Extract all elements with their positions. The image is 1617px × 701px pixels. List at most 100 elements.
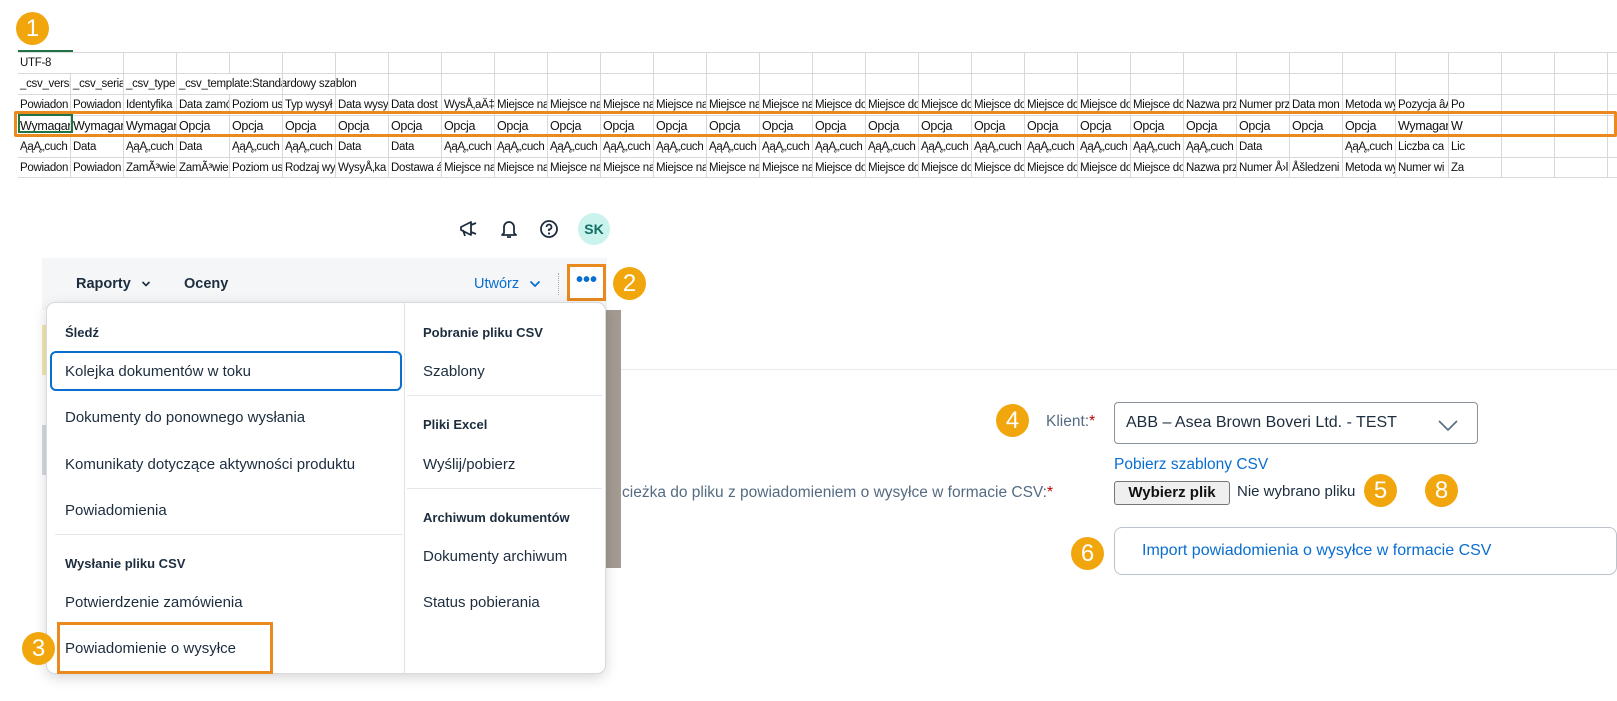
sheet-cell[interactable] xyxy=(1555,158,1608,178)
sheet-cell[interactable] xyxy=(389,53,442,73)
help-icon[interactable] xyxy=(538,218,560,240)
sheet-cell[interactable]: Åšledzeni xyxy=(1290,158,1343,178)
sheet-cell[interactable]: _csv_template:Standardowy szablon xyxy=(177,74,357,94)
download-templates-link[interactable]: Pobierz szablony CSV xyxy=(1114,456,1268,474)
menu-item-download-status[interactable]: Status pobierania xyxy=(423,594,540,611)
sheet-cell[interactable] xyxy=(654,53,707,73)
sheet-cell[interactable] xyxy=(177,53,230,73)
sheet-cell[interactable] xyxy=(707,53,760,73)
sheet-cell[interactable] xyxy=(1343,53,1396,73)
sheet-cell[interactable]: ĄąĄ„cuch xyxy=(283,137,336,157)
sheet-cell[interactable]: Metoda wy xyxy=(1343,158,1396,178)
sheet-cell[interactable] xyxy=(283,74,336,94)
sheet-cell[interactable]: ĄąĄ„cuch xyxy=(495,137,548,157)
sheet-cell[interactable]: ĄąĄ„cuch xyxy=(813,137,866,157)
nav-ratings[interactable]: Oceny xyxy=(184,276,228,292)
sheet-cell[interactable] xyxy=(124,53,177,73)
sheet-cell[interactable] xyxy=(601,74,654,94)
sheet-cell[interactable] xyxy=(972,74,1025,94)
sheet-cell[interactable] xyxy=(1608,158,1617,178)
sheet-cell[interactable]: Miejsce na xyxy=(601,158,654,178)
sheet-cell[interactable] xyxy=(1131,74,1184,94)
sheet-cell[interactable] xyxy=(548,74,601,94)
sheet-cell[interactable] xyxy=(1290,74,1343,94)
nav-reports[interactable]: Raporty xyxy=(76,276,151,292)
sheet-cell[interactable] xyxy=(1608,74,1617,94)
sheet-cell[interactable]: ĄąĄ„cuch xyxy=(707,137,760,157)
sheet-cell[interactable] xyxy=(1237,53,1290,73)
menu-item-upload-download[interactable]: Wyślij/pobierz xyxy=(423,456,515,473)
sheet-cell[interactable]: Data xyxy=(1237,137,1290,157)
sheet-cell[interactable] xyxy=(919,53,972,73)
sheet-cell[interactable]: ĄąĄ„cuch xyxy=(919,137,972,157)
sheet-cell[interactable]: Miejsce na xyxy=(654,158,707,178)
sheet-cell[interactable]: Miejsce do xyxy=(1025,158,1078,178)
menu-item-pending-queue[interactable]: Kolejka dokumentów w toku xyxy=(65,363,251,380)
sheet-cell[interactable]: ĄąĄ„cuch xyxy=(230,137,283,157)
sheet-cell[interactable] xyxy=(760,53,813,73)
sheet-cell[interactable] xyxy=(1502,158,1555,178)
sheet-cell[interactable]: UTF-8 xyxy=(18,53,71,73)
client-select[interactable]: ABB – Asea Brown Boveri Ltd. - TEST xyxy=(1114,402,1478,444)
sheet-cell[interactable]: Rodzaj wy xyxy=(283,158,336,178)
sheet-cell[interactable] xyxy=(1555,74,1608,94)
sheet-cell[interactable]: ĄąĄ„cuch xyxy=(972,137,1025,157)
more-actions-button[interactable]: ••• xyxy=(567,264,606,301)
sheet-cell[interactable] xyxy=(601,53,654,73)
sheet-cell[interactable] xyxy=(1502,53,1555,73)
sheet-cell[interactable] xyxy=(442,53,495,73)
sheet-cell[interactable]: ĄąĄ„cuch xyxy=(442,137,495,157)
sheet-cell[interactable] xyxy=(1078,53,1131,73)
sheet-cell[interactable]: Dostawa á xyxy=(389,158,442,178)
sheet-cell[interactable]: ĄąĄ„cuch xyxy=(548,137,601,157)
sheet-cell[interactable]: Numer wi xyxy=(1396,158,1449,178)
sheet-cell[interactable] xyxy=(707,74,760,94)
sheet-cell[interactable] xyxy=(230,53,283,73)
bell-icon[interactable] xyxy=(498,218,520,240)
megaphone-icon[interactable] xyxy=(458,218,480,240)
sheet-cell[interactable]: Data xyxy=(389,137,442,157)
sheet-cell[interactable]: ZamÃ³wie xyxy=(124,158,177,178)
sheet-cell[interactable]: ĄąĄ„cuch xyxy=(760,137,813,157)
sheet-cell[interactable]: ĄąĄ„cuch xyxy=(1343,137,1396,157)
sheet-cell[interactable]: _csv_versi xyxy=(18,74,71,94)
sheet-cell[interactable] xyxy=(813,53,866,73)
sheet-cell[interactable]: Liczba ca xyxy=(1396,137,1449,157)
sheet-cell[interactable]: Miejsce do xyxy=(972,158,1025,178)
sheet-cell[interactable] xyxy=(1290,137,1343,157)
sheet-cell[interactable]: Miejsce do xyxy=(1131,158,1184,178)
sheet-cell[interactable] xyxy=(283,53,336,73)
sheet-cell[interactable]: Powiadon xyxy=(71,158,124,178)
sheet-cell[interactable] xyxy=(336,53,389,73)
user-avatar[interactable]: SK xyxy=(578,213,610,245)
import-ship-notice-button[interactable]: Import powiadomienia o wysyłce w formaci… xyxy=(1114,527,1617,575)
sheet-cell[interactable]: ĄąĄ„cuch xyxy=(1131,137,1184,157)
menu-item-archive-documents[interactable]: Dokumenty archiwum xyxy=(423,548,567,565)
sheet-cell[interactable] xyxy=(866,53,919,73)
sheet-cell[interactable]: Numer Å›l xyxy=(1237,158,1290,178)
sheet-cell[interactable] xyxy=(1290,53,1343,73)
sheet-cell[interactable]: Poziom us xyxy=(230,158,283,178)
sheet-cell[interactable]: Nazwa prz xyxy=(1184,158,1237,178)
sheet-cell[interactable] xyxy=(495,53,548,73)
sheet-cell[interactable] xyxy=(972,53,1025,73)
sheet-cell[interactable]: Data xyxy=(71,137,124,157)
sheet-cell[interactable]: ĄąĄ„cuch xyxy=(1078,137,1131,157)
sheet-cell[interactable] xyxy=(919,74,972,94)
sheet-cell[interactable] xyxy=(389,74,442,94)
sheet-cell[interactable] xyxy=(1237,74,1290,94)
sheet-cell[interactable]: ĄąĄ„cuch xyxy=(601,137,654,157)
sheet-cell[interactable] xyxy=(760,74,813,94)
menu-item-product-activity[interactable]: Komunikaty dotyczące aktywności produktu xyxy=(65,456,355,473)
sheet-cell[interactable]: Miejsce na xyxy=(707,158,760,178)
sheet-cell[interactable]: Lic xyxy=(1449,137,1502,157)
sheet-cell[interactable] xyxy=(1184,74,1237,94)
sheet-cell[interactable] xyxy=(1608,53,1617,73)
sheet-cell[interactable] xyxy=(442,74,495,94)
sheet-cell[interactable]: ĄąĄ„cuch xyxy=(18,137,71,157)
sheet-cell[interactable]: Miejsce do xyxy=(866,158,919,178)
sheet-cell[interactable] xyxy=(1555,53,1608,73)
sheet-cell[interactable] xyxy=(1396,53,1449,73)
sheet-cell[interactable] xyxy=(1449,74,1502,94)
menu-item-order-confirmation[interactable]: Potwierdzenie zamówienia xyxy=(65,594,243,611)
